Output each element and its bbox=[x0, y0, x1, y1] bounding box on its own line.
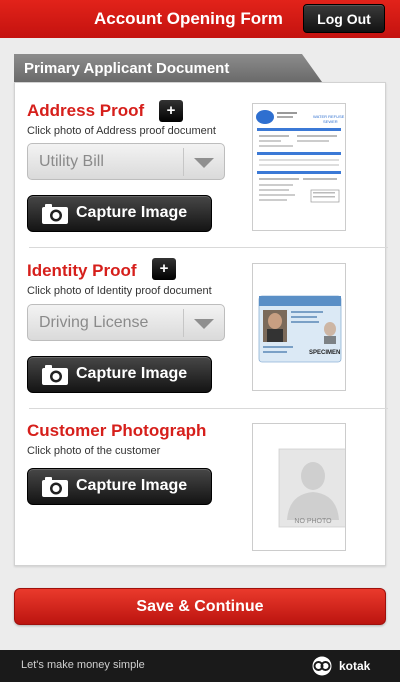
dropdown-arrow-icon bbox=[194, 158, 214, 168]
page-title: Account Opening Form bbox=[94, 9, 283, 28]
no-photo-label: NO PHOTO bbox=[294, 518, 332, 525]
section-title: Primary Applicant Document bbox=[24, 60, 230, 77]
save-continue-button[interactable]: Save & Continue bbox=[14, 588, 386, 625]
capture-button-label: Capture Image bbox=[76, 204, 188, 221]
identity-proof-thumbnail[interactable]: SPECIMEN bbox=[252, 263, 346, 391]
address-proof-title: Address Proof bbox=[27, 101, 145, 120]
capture-customer-photo-button[interactable]: Capture Image bbox=[27, 468, 212, 505]
kotak-logo-icon bbox=[312, 656, 332, 676]
logout-button[interactable]: Log Out bbox=[303, 4, 385, 33]
address-proof-subtitle: Click photo of Address proof document bbox=[27, 125, 216, 137]
document-panel: Address Proof + Click photo of Address p… bbox=[14, 82, 388, 566]
identity-proof-select[interactable]: Driving License bbox=[27, 304, 225, 341]
add-identity-proof-button[interactable]: + bbox=[152, 258, 176, 280]
identity-proof-selected: Driving License bbox=[39, 314, 149, 331]
address-proof-select[interactable]: Utility Bill bbox=[27, 143, 225, 180]
driving-license-image: SPECIMEN bbox=[253, 264, 345, 390]
bill-subheading: SEWER bbox=[323, 119, 338, 124]
footer-tagline: Let's make money simple bbox=[21, 659, 145, 671]
brand-name: kotak bbox=[339, 659, 371, 673]
address-proof-thumbnail[interactable]: WATER REFUSE SEWER bbox=[252, 103, 346, 231]
camera-icon bbox=[42, 365, 68, 385]
identity-proof-title: Identity Proof bbox=[27, 261, 137, 280]
address-proof-selected: Utility Bill bbox=[39, 153, 104, 170]
identity-proof-subtitle: Click photo of Identity proof document bbox=[27, 285, 212, 297]
app-header: Account Opening Form Log Out bbox=[0, 0, 400, 38]
save-continue-label: Save & Continue bbox=[136, 598, 264, 615]
section-divider bbox=[29, 408, 388, 409]
capture-identity-proof-button[interactable]: Capture Image bbox=[27, 356, 212, 393]
customer-photo-thumbnail[interactable]: NO PHOTO bbox=[252, 423, 348, 551]
dropdown-arrow-icon bbox=[194, 319, 214, 329]
customer-photo-subtitle: Click photo of the customer bbox=[27, 445, 161, 457]
utility-bill-image: WATER REFUSE SEWER bbox=[253, 104, 345, 230]
section-divider bbox=[29, 247, 388, 248]
customer-photo-title: Customer Photograph bbox=[27, 421, 207, 440]
capture-address-proof-button[interactable]: Capture Image bbox=[27, 195, 212, 232]
select-divider bbox=[183, 309, 184, 337]
select-divider bbox=[183, 148, 184, 176]
add-address-proof-button[interactable]: + bbox=[159, 100, 183, 122]
camera-icon bbox=[42, 477, 68, 497]
section-tab: Primary Applicant Document bbox=[14, 54, 322, 83]
capture-button-label: Capture Image bbox=[76, 477, 188, 494]
no-photo-placeholder: NO PHOTO bbox=[253, 424, 348, 550]
camera-icon bbox=[42, 204, 68, 224]
footer: Let's make money simple kotak bbox=[0, 650, 400, 682]
capture-button-label: Capture Image bbox=[76, 365, 188, 382]
specimen-label: SPECIMEN bbox=[309, 350, 340, 356]
